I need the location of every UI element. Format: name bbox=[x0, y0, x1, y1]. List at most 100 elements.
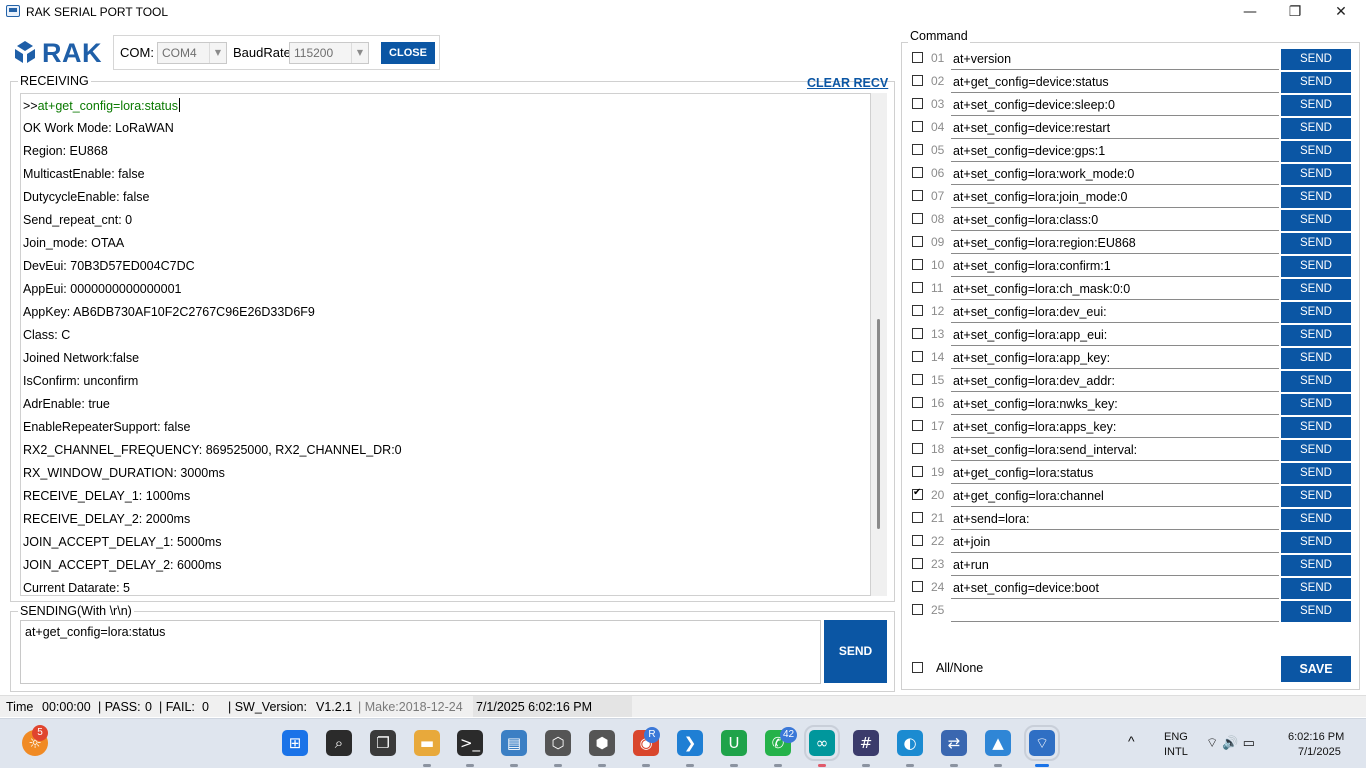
command-send-button[interactable]: SEND bbox=[1281, 187, 1351, 208]
command-input[interactable]: at+get_config=lora:status bbox=[951, 463, 1279, 484]
command-input[interactable]: at+get_config=lora:channel bbox=[951, 486, 1279, 507]
com-select[interactable]: COM4 ▼ bbox=[157, 42, 227, 64]
command-input[interactable]: at+set_config=lora:confirm:1 bbox=[951, 256, 1279, 277]
command-checkbox[interactable] bbox=[912, 512, 923, 523]
command-input[interactable]: at+set_config=lora:join_mode:0 bbox=[951, 187, 1279, 208]
receive-scrollbar[interactable] bbox=[871, 93, 887, 596]
command-checkbox[interactable] bbox=[912, 420, 923, 431]
command-input[interactable]: at+set_config=device:boot bbox=[951, 578, 1279, 599]
language-bottom[interactable]: INTL bbox=[1164, 746, 1188, 758]
command-send-button[interactable]: SEND bbox=[1281, 532, 1351, 553]
command-send-button[interactable]: SEND bbox=[1281, 509, 1351, 530]
close-window-button[interactable]: ✕ bbox=[1318, 0, 1364, 25]
command-send-button[interactable]: SEND bbox=[1281, 302, 1351, 323]
command-input[interactable] bbox=[951, 601, 1279, 622]
baudrate-select[interactable]: 115200 ▼ bbox=[289, 42, 369, 64]
send-button[interactable]: SEND bbox=[824, 620, 887, 683]
command-checkbox[interactable] bbox=[912, 305, 923, 316]
minimize-button[interactable]: — bbox=[1227, 0, 1273, 25]
clock-time[interactable]: 6:02:16 PM bbox=[1288, 731, 1344, 743]
edge-icon[interactable]: ◐ bbox=[897, 730, 923, 756]
command-send-button[interactable]: SEND bbox=[1281, 325, 1351, 346]
command-send-button[interactable]: SEND bbox=[1281, 256, 1351, 277]
command-checkbox[interactable] bbox=[912, 328, 923, 339]
search-icon[interactable]: ⌕ bbox=[326, 730, 352, 756]
command-input[interactable]: at+set_config=lora:dev_addr: bbox=[951, 371, 1279, 392]
settings-box-icon[interactable]: ⬢ bbox=[589, 730, 615, 756]
command-input[interactable]: at+set_config=device:sleep:0 bbox=[951, 95, 1279, 116]
command-send-button[interactable]: SEND bbox=[1281, 601, 1351, 622]
command-input[interactable]: at+set_config=lora:ch_mask:0:0 bbox=[951, 279, 1279, 300]
clock-date[interactable]: 7/1/2025 bbox=[1298, 746, 1341, 758]
command-checkbox[interactable] bbox=[912, 487, 923, 500]
command-send-button[interactable]: SEND bbox=[1281, 486, 1351, 507]
rak-tool-icon[interactable]: ⌔ bbox=[1024, 725, 1060, 761]
command-input[interactable]: at+set_config=lora:work_mode:0 bbox=[951, 164, 1279, 185]
language-top[interactable]: ENG bbox=[1164, 731, 1188, 743]
photos-icon[interactable]: ▲ bbox=[985, 730, 1011, 756]
save-button[interactable]: SAVE bbox=[1281, 656, 1351, 682]
command-send-button[interactable]: SEND bbox=[1281, 210, 1351, 231]
command-checkbox[interactable] bbox=[912, 190, 923, 201]
command-send-button[interactable]: SEND bbox=[1281, 555, 1351, 576]
command-checkbox[interactable] bbox=[912, 98, 923, 109]
send-input[interactable]: at+get_config=lora:status bbox=[20, 620, 821, 684]
terminal-icon[interactable]: >_ bbox=[457, 730, 483, 756]
upwork-icon[interactable]: U bbox=[721, 730, 747, 756]
command-input[interactable]: at+run bbox=[951, 555, 1279, 576]
box-icon[interactable]: ⬡ bbox=[545, 730, 571, 756]
command-input[interactable]: at+set_config=device:gps:1 bbox=[951, 141, 1279, 162]
command-send-button[interactable]: SEND bbox=[1281, 141, 1351, 162]
clear-recv-link[interactable]: CLEAR RECV bbox=[807, 76, 888, 90]
start-icon[interactable]: ⊞ bbox=[282, 730, 308, 756]
network-tool-icon[interactable]: ⇄ bbox=[941, 730, 967, 756]
command-input[interactable]: at+set_config=lora:app_key: bbox=[951, 348, 1279, 369]
receive-log[interactable]: >>at+get_config=lora:status OK Work Mode… bbox=[20, 93, 871, 596]
all-none-checkbox[interactable] bbox=[912, 662, 923, 673]
command-checkbox[interactable] bbox=[912, 144, 923, 155]
command-send-button[interactable]: SEND bbox=[1281, 72, 1351, 93]
command-send-button[interactable]: SEND bbox=[1281, 279, 1351, 300]
app-window-icon[interactable]: ▤ bbox=[501, 730, 527, 756]
command-input[interactable]: at+join bbox=[951, 532, 1279, 553]
command-checkbox[interactable] bbox=[912, 558, 923, 569]
command-checkbox[interactable] bbox=[912, 75, 923, 86]
command-checkbox[interactable] bbox=[912, 167, 923, 178]
command-send-button[interactable]: SEND bbox=[1281, 371, 1351, 392]
command-input[interactable]: at+set_config=lora:send_interval: bbox=[951, 440, 1279, 461]
vscode-icon[interactable]: ❯ bbox=[677, 730, 703, 756]
command-checkbox[interactable] bbox=[912, 52, 923, 63]
command-checkbox[interactable] bbox=[912, 351, 923, 362]
command-checkbox[interactable] bbox=[912, 259, 923, 270]
tray-chevron-icon[interactable]: ^ bbox=[1128, 733, 1135, 749]
command-send-button[interactable]: SEND bbox=[1281, 49, 1351, 70]
command-send-button[interactable]: SEND bbox=[1281, 394, 1351, 415]
command-checkbox[interactable] bbox=[912, 236, 923, 247]
command-checkbox[interactable] bbox=[912, 121, 923, 132]
command-input[interactable]: at+set_config=lora:dev_eui: bbox=[951, 302, 1279, 323]
command-input[interactable]: at+get_config=device:status bbox=[951, 72, 1279, 93]
file-explorer-icon[interactable]: ▬ bbox=[414, 730, 440, 756]
command-checkbox[interactable] bbox=[912, 535, 923, 546]
close-port-button[interactable]: CLOSE bbox=[381, 42, 435, 64]
command-send-button[interactable]: SEND bbox=[1281, 118, 1351, 139]
command-input[interactable]: at+set_config=lora:nwks_key: bbox=[951, 394, 1279, 415]
command-send-button[interactable]: SEND bbox=[1281, 578, 1351, 599]
command-send-button[interactable]: SEND bbox=[1281, 233, 1351, 254]
command-checkbox[interactable] bbox=[912, 397, 923, 408]
restore-button[interactable]: ❐ bbox=[1272, 0, 1318, 25]
command-send-button[interactable]: SEND bbox=[1281, 440, 1351, 461]
command-input[interactable]: at+set_config=lora:apps_key: bbox=[951, 417, 1279, 438]
command-send-button[interactable]: SEND bbox=[1281, 164, 1351, 185]
arduino-icon[interactable]: ∞ bbox=[804, 725, 840, 761]
command-checkbox[interactable] bbox=[912, 604, 923, 615]
command-input[interactable]: at+set_config=lora:app_eui: bbox=[951, 325, 1279, 346]
slack-icon[interactable]: # bbox=[853, 730, 879, 756]
command-input[interactable]: at+version bbox=[951, 49, 1279, 70]
command-input[interactable]: at+set_config=lora:region:EU868 bbox=[951, 233, 1279, 254]
command-input[interactable]: at+send=lora: bbox=[951, 509, 1279, 530]
scrollbar-thumb[interactable] bbox=[877, 319, 880, 529]
command-send-button[interactable]: SEND bbox=[1281, 417, 1351, 438]
command-input[interactable]: at+set_config=device:restart bbox=[951, 118, 1279, 139]
command-checkbox[interactable] bbox=[912, 213, 923, 224]
